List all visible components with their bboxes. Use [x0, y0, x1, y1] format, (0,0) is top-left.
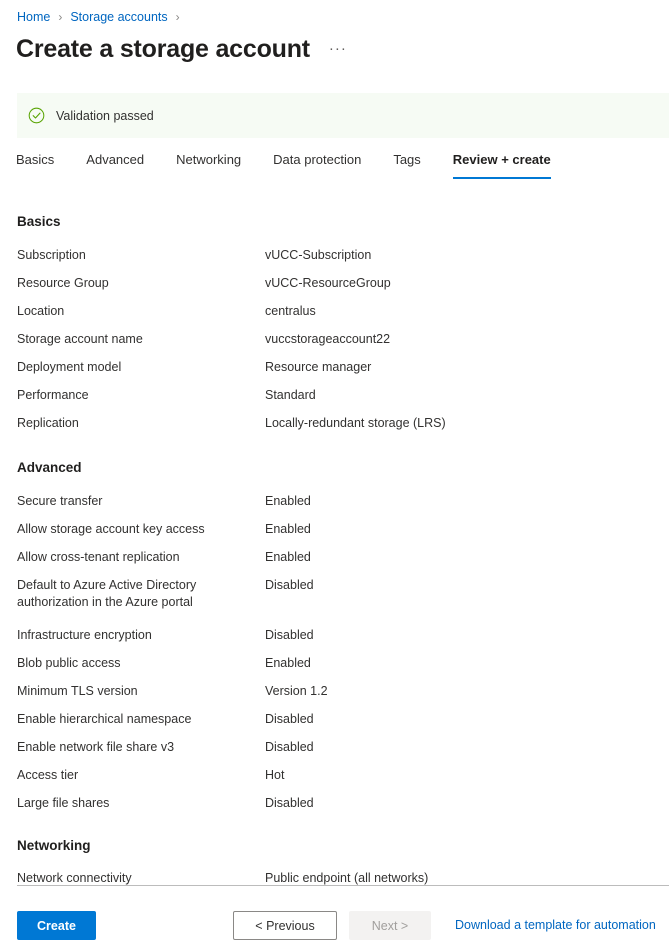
summary-label: Allow cross-tenant replication: [17, 550, 180, 564]
section-advanced: Advanced Secure transfer Enabled Allow s…: [17, 459, 669, 812]
breadcrumb-item-home[interactable]: Home: [17, 9, 50, 26]
summary-row: Enable hierarchical namespace Disabled: [17, 711, 669, 728]
tab-data-protection[interactable]: Data protection: [273, 152, 361, 179]
tab-advanced[interactable]: Advanced: [86, 152, 144, 179]
summary-row: Location centralus: [17, 303, 669, 320]
summary-row: Infrastructure encryption Disabled: [17, 627, 669, 644]
summary-value: Enabled: [265, 656, 311, 670]
summary-value: Disabled: [265, 578, 314, 592]
tab-networking[interactable]: Networking: [176, 152, 241, 179]
next-button: Next >: [349, 910, 431, 940]
tab-tags[interactable]: Tags: [393, 152, 420, 179]
summary-value: vUCC-Subscription: [265, 248, 372, 262]
summary-value: Disabled: [265, 796, 314, 810]
summary-value: Enabled: [265, 550, 311, 564]
summary-row: Subscription vUCC-Subscription: [17, 247, 669, 264]
summary-label: Resource Group: [17, 276, 109, 290]
summary-value: centralus: [265, 304, 316, 318]
summary-value: vUCC-ResourceGroup: [265, 276, 391, 290]
summary-row: Default to Azure Active Directory author…: [17, 577, 669, 611]
summary-value: vuccstorageaccount22: [265, 332, 391, 346]
summary-label: Storage account name: [17, 332, 143, 346]
section-basics-rows: Subscription vUCC-Subscription Resource …: [17, 247, 669, 432]
section-title-advanced: Advanced: [17, 460, 82, 475]
summary-row: Storage account name vuccstorageaccount2…: [17, 331, 669, 348]
summary-row: Deployment model Resource manager: [17, 359, 669, 376]
breadcrumb: Home › Storage accounts ›: [17, 9, 188, 26]
review-summary: Basics Subscription vUCC-Subscription Re…: [17, 213, 669, 887]
tab-basics[interactable]: Basics: [16, 152, 54, 179]
page-header: Create a storage account ···: [16, 34, 653, 64]
section-basics: Basics Subscription vUCC-Subscription Re…: [17, 213, 669, 432]
summary-row: Blob public access Enabled: [17, 655, 669, 672]
summary-row: Access tier Hot: [17, 767, 669, 784]
summary-label: Enable network file share v3: [17, 740, 175, 754]
summary-value: Hot: [265, 768, 285, 782]
summary-row: Enable network file share v3 Disabled: [17, 739, 669, 756]
wizard-tabs: Basics Advanced Networking Data protecti…: [16, 152, 669, 180]
summary-label: Access tier: [17, 768, 79, 782]
summary-row: Allow storage account key access Enabled: [17, 521, 669, 538]
breadcrumb-separator-icon: ›: [58, 10, 63, 24]
summary-label: Default to Azure Active Directory author…: [17, 578, 197, 609]
summary-label: Subscription: [17, 248, 86, 262]
summary-value: Enabled: [265, 522, 311, 536]
summary-value: Version 1.2: [265, 684, 328, 698]
tab-review-create[interactable]: Review + create: [452, 152, 551, 179]
page-title: Create a storage account: [16, 35, 310, 63]
section-title-networking: Networking: [17, 838, 91, 853]
wizard-footer: Create < Previous Next > Download a temp…: [17, 910, 669, 940]
summary-row: Replication Locally-redundant storage (L…: [17, 415, 669, 432]
summary-row: Performance Standard: [17, 387, 669, 404]
section-title-basics: Basics: [17, 214, 61, 229]
create-button[interactable]: Create: [17, 910, 96, 940]
footer-divider: [17, 885, 669, 886]
section-advanced-rows: Secure transfer Enabled Allow storage ac…: [17, 493, 669, 812]
summary-label: Secure transfer: [17, 494, 103, 508]
summary-label: Infrastructure encryption: [17, 628, 152, 642]
summary-row: Allow cross-tenant replication Enabled: [17, 549, 669, 566]
summary-label: Replication: [17, 416, 79, 430]
download-template-link[interactable]: Download a template for automation: [455, 917, 656, 934]
summary-row: Minimum TLS version Version 1.2: [17, 683, 669, 700]
summary-value: Resource manager: [265, 360, 372, 374]
summary-value: Standard: [265, 388, 316, 402]
summary-label: Minimum TLS version: [17, 684, 138, 698]
section-networking: Networking Network connectivity Public e…: [17, 837, 669, 887]
summary-label: Large file shares: [17, 796, 110, 810]
summary-value: Disabled: [265, 628, 314, 642]
summary-label: Allow storage account key access: [17, 522, 205, 536]
previous-button[interactable]: < Previous: [233, 910, 337, 940]
breadcrumb-separator-icon: ›: [175, 10, 180, 24]
summary-label: Deployment model: [17, 360, 122, 374]
summary-label: Enable hierarchical namespace: [17, 712, 192, 726]
summary-row: Secure transfer Enabled: [17, 493, 669, 510]
summary-value: Disabled: [265, 712, 314, 726]
summary-label: Blob public access: [17, 656, 121, 670]
summary-label: Performance: [17, 388, 89, 402]
validation-banner: Validation passed: [17, 93, 669, 138]
summary-value: Locally-redundant storage (LRS): [265, 416, 446, 430]
summary-value: Enabled: [265, 494, 311, 508]
summary-value: Disabled: [265, 740, 314, 754]
more-actions-icon[interactable]: ···: [326, 40, 350, 58]
summary-row: Large file shares Disabled: [17, 795, 669, 812]
breadcrumb-item-storage-accounts[interactable]: Storage accounts: [70, 9, 167, 26]
summary-label: Location: [17, 304, 65, 318]
validation-message: Validation passed: [56, 108, 154, 123]
check-circle-icon: [28, 107, 45, 124]
summary-row: Resource Group vUCC-ResourceGroup: [17, 275, 669, 292]
